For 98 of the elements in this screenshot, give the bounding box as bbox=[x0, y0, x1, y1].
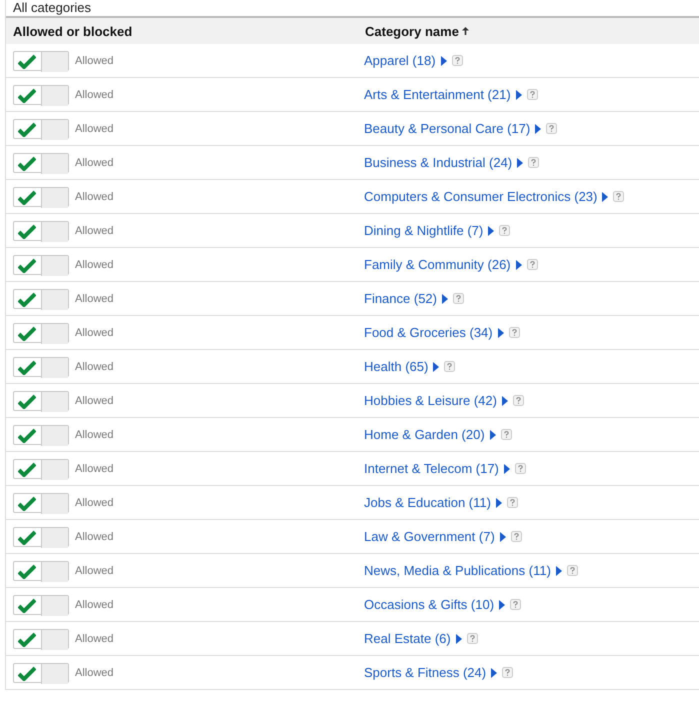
category-link[interactable]: Arts & Entertainment (21) bbox=[364, 87, 511, 102]
help-icon[interactable] bbox=[466, 633, 478, 644]
help-icon[interactable] bbox=[510, 599, 522, 610]
expand-triangle-icon[interactable] bbox=[499, 600, 506, 610]
allow-toggle[interactable] bbox=[13, 492, 69, 512]
allow-toggle[interactable] bbox=[13, 594, 69, 614]
allow-toggle[interactable] bbox=[13, 322, 69, 342]
help-icon[interactable] bbox=[506, 497, 518, 508]
help-icon[interactable] bbox=[499, 225, 510, 236]
status-label: Allowed bbox=[75, 360, 114, 372]
status-label: Allowed bbox=[75, 190, 114, 202]
status-label: Allowed bbox=[75, 394, 114, 406]
allow-toggle[interactable] bbox=[13, 118, 69, 138]
allow-toggle[interactable] bbox=[13, 152, 69, 172]
status-label: Allowed bbox=[75, 292, 114, 304]
status-label: Allowed bbox=[75, 598, 114, 610]
status-label: Allowed bbox=[75, 54, 114, 66]
allow-toggle[interactable] bbox=[13, 84, 69, 104]
expand-triangle-icon[interactable] bbox=[490, 430, 496, 440]
allow-toggle[interactable] bbox=[13, 186, 69, 206]
help-icon[interactable] bbox=[510, 531, 522, 542]
expand-triangle-icon[interactable] bbox=[602, 192, 608, 202]
expand-triangle-icon[interactable] bbox=[504, 464, 510, 474]
help-icon[interactable] bbox=[528, 157, 540, 168]
expand-triangle-icon[interactable] bbox=[500, 532, 506, 542]
allow-toggle[interactable] bbox=[13, 288, 69, 308]
expand-triangle-icon[interactable] bbox=[516, 260, 522, 270]
allow-toggle[interactable] bbox=[13, 220, 69, 240]
status-label: Allowed bbox=[75, 326, 114, 338]
expand-triangle-icon[interactable] bbox=[498, 328, 504, 338]
allow-toggle[interactable] bbox=[13, 254, 69, 274]
category-link[interactable]: Beauty & Personal Care (17) bbox=[364, 121, 530, 136]
category-link[interactable]: Law & Government (7) bbox=[364, 529, 495, 544]
allow-toggle[interactable] bbox=[13, 356, 69, 376]
expand-triangle-icon[interactable] bbox=[516, 90, 522, 100]
help-icon[interactable] bbox=[514, 463, 526, 474]
help-icon[interactable] bbox=[444, 361, 456, 372]
help-icon[interactable] bbox=[566, 565, 578, 576]
category-link[interactable]: Real Estate (6) bbox=[364, 631, 451, 646]
category-link[interactable]: Jobs & Education (11) bbox=[364, 495, 491, 510]
allow-toggle[interactable] bbox=[13, 50, 69, 70]
allow-toggle[interactable] bbox=[13, 424, 69, 444]
status-label: Allowed bbox=[75, 496, 114, 508]
status-label: Allowed bbox=[75, 122, 114, 134]
expand-triangle-icon[interactable] bbox=[440, 56, 447, 66]
category-link[interactable]: Apparel (18) bbox=[364, 53, 436, 68]
allow-toggle[interactable] bbox=[13, 628, 69, 648]
expand-triangle-icon[interactable] bbox=[433, 362, 440, 372]
help-icon[interactable] bbox=[452, 55, 463, 66]
allow-toggle[interactable] bbox=[13, 526, 69, 546]
category-link[interactable]: Hobbies & Leisure (42) bbox=[364, 393, 497, 408]
category-link[interactable]: Occasions & Gifts (10) bbox=[364, 597, 494, 612]
status-label: Allowed bbox=[75, 156, 114, 168]
category-link[interactable]: News, Media & Publications (11) bbox=[364, 563, 551, 578]
category-link[interactable]: Home & Garden (20) bbox=[364, 427, 485, 442]
help-icon[interactable] bbox=[526, 89, 538, 100]
status-label: Allowed bbox=[75, 666, 114, 678]
help-icon[interactable] bbox=[508, 327, 520, 338]
category-link[interactable]: Finance (52) bbox=[364, 291, 437, 306]
section-title: All categories bbox=[12, 0, 92, 16]
category-link[interactable]: Family & Community (26) bbox=[364, 257, 511, 272]
allow-toggle[interactable] bbox=[13, 458, 69, 478]
category-link[interactable]: Health (65) bbox=[364, 359, 428, 374]
allow-toggle[interactable] bbox=[13, 662, 69, 682]
status-label: Allowed bbox=[75, 632, 114, 644]
help-icon[interactable] bbox=[546, 123, 558, 134]
allow-toggle[interactable] bbox=[13, 560, 69, 580]
expand-triangle-icon[interactable] bbox=[491, 668, 498, 678]
column-header[interactable]: Category name bbox=[365, 24, 459, 38]
expand-triangle-icon[interactable] bbox=[556, 566, 562, 576]
status-label: Allowed bbox=[75, 428, 114, 440]
category-link[interactable]: Computers & Consumer Electronics (23) bbox=[364, 189, 598, 204]
status-label: Allowed bbox=[75, 258, 114, 270]
help-icon[interactable] bbox=[500, 429, 512, 440]
allow-toggle[interactable] bbox=[13, 390, 69, 410]
status-label: Allowed bbox=[75, 564, 114, 576]
status-label: Allowed bbox=[75, 224, 114, 236]
status-label: Allowed bbox=[75, 88, 114, 100]
expand-triangle-icon[interactable] bbox=[517, 158, 524, 168]
category-link[interactable]: Internet & Telecom (17) bbox=[364, 461, 499, 476]
column-header[interactable]: Allowed or blocked bbox=[13, 24, 132, 38]
status-label: Allowed bbox=[75, 462, 114, 474]
category-link[interactable]: Dining & Nightlife (7) bbox=[364, 223, 484, 238]
help-icon[interactable] bbox=[502, 667, 514, 678]
help-icon[interactable] bbox=[512, 395, 524, 406]
category-link[interactable]: Business & Industrial (24) bbox=[364, 155, 512, 170]
help-icon[interactable] bbox=[452, 293, 464, 304]
expand-triangle-icon[interactable] bbox=[456, 634, 462, 644]
expand-triangle-icon[interactable] bbox=[535, 124, 542, 134]
help-icon[interactable] bbox=[526, 259, 538, 270]
category-link[interactable]: Food & Groceries (34) bbox=[364, 325, 493, 340]
expand-triangle-icon[interactable] bbox=[442, 294, 448, 304]
expand-triangle-icon[interactable] bbox=[488, 226, 494, 236]
help-icon[interactable] bbox=[613, 191, 624, 202]
category-link[interactable]: Sports & Fitness (24) bbox=[364, 665, 486, 680]
expand-triangle-icon[interactable] bbox=[502, 396, 508, 406]
status-label: Allowed bbox=[75, 530, 114, 542]
expand-triangle-icon[interactable] bbox=[496, 498, 502, 508]
